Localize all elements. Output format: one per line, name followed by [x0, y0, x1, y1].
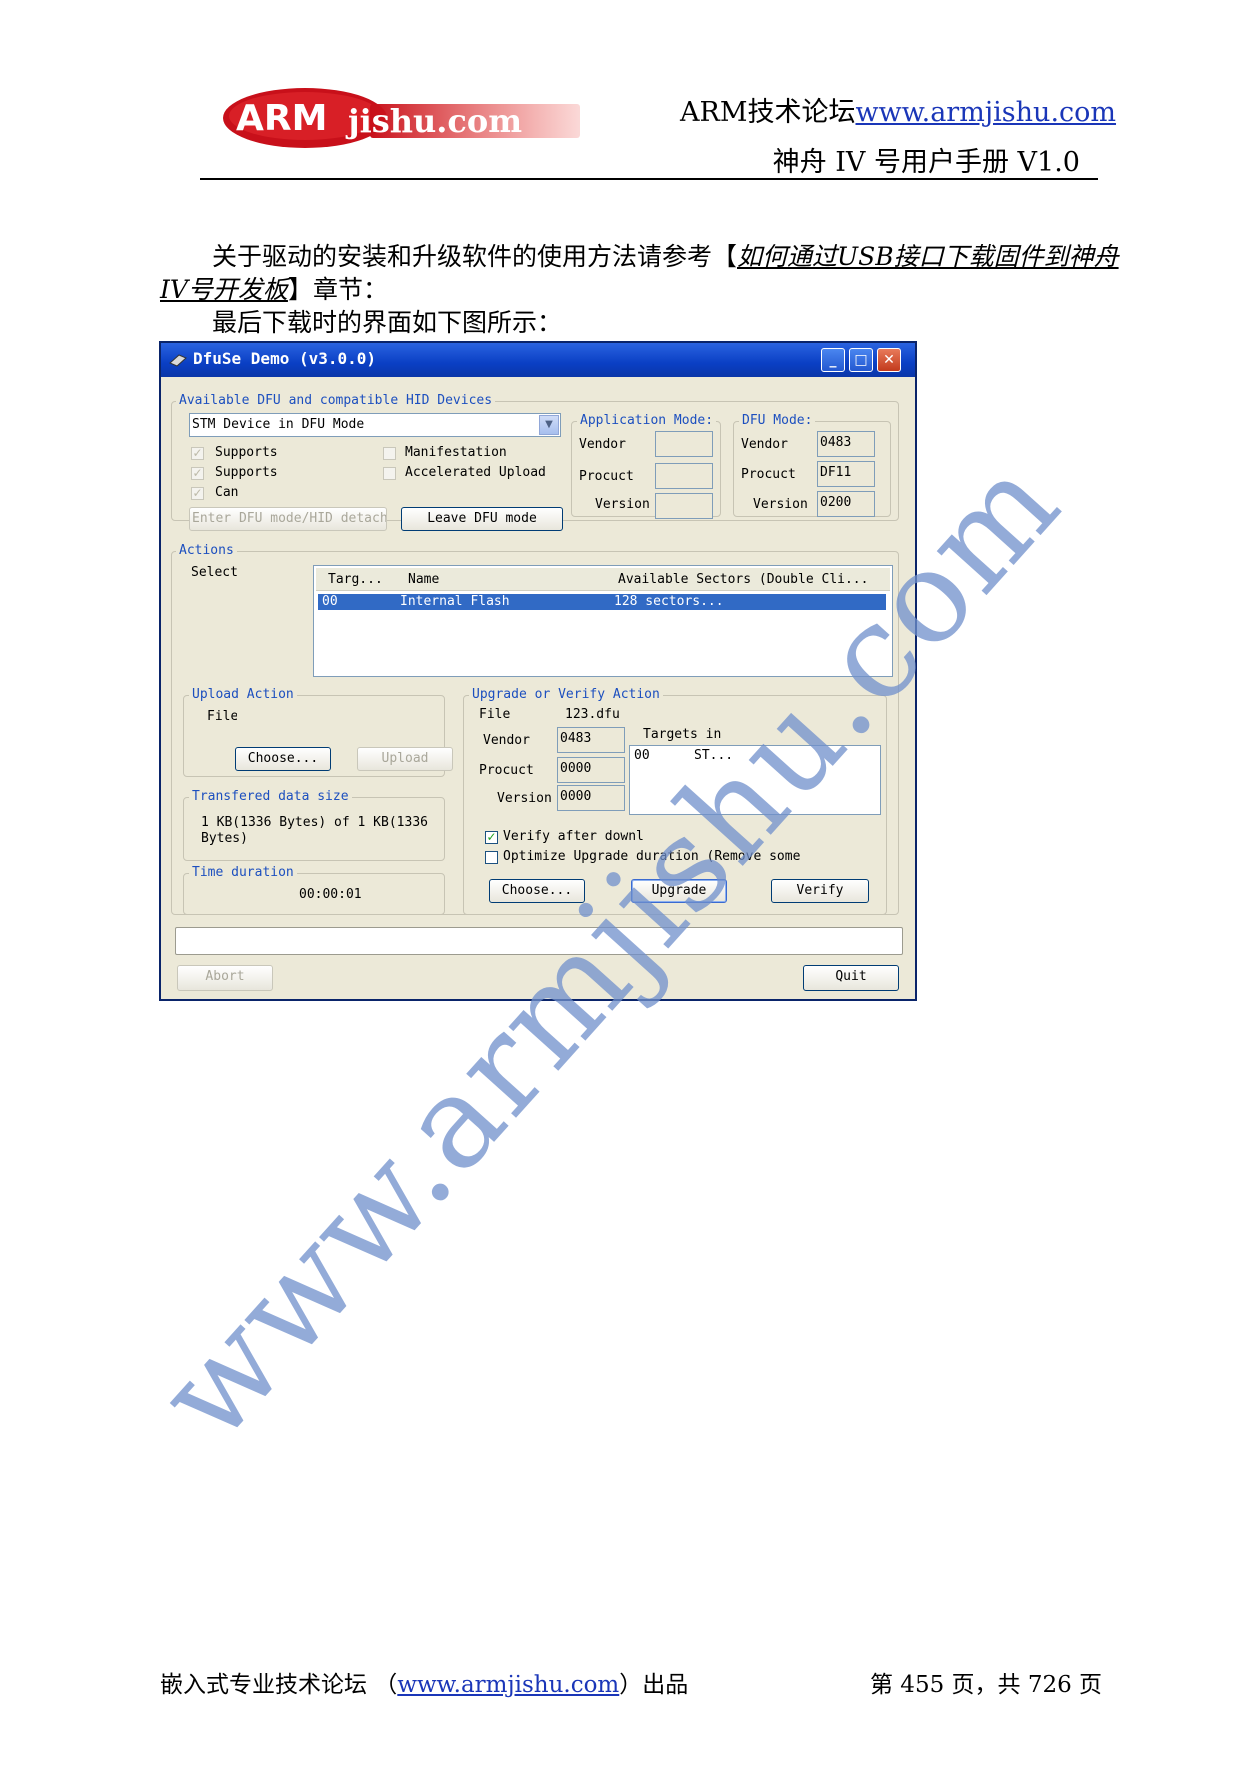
- upgrade-version-field: 0000: [557, 785, 625, 811]
- dfu-vendor-field: 0483: [817, 431, 875, 457]
- armjishu-logo: ARM jishu.com: [223, 88, 580, 148]
- footer-suffix: ）出品: [619, 1672, 689, 1698]
- verify-button[interactable]: Verify: [771, 879, 869, 903]
- dfu-version-field: 0200: [817, 491, 875, 517]
- dfu-product-label: Procuct: [741, 467, 796, 482]
- app-mode-title: Application Mode:: [577, 413, 717, 428]
- upgrade-vendor-label: Vendor: [483, 733, 530, 748]
- svg-text:ARM: ARM: [236, 98, 327, 139]
- optimize-checkbox[interactable]: [485, 851, 498, 864]
- footer-forum-text: 嵌入式专业技术论坛 （: [160, 1672, 398, 1698]
- enter-dfu-button[interactable]: Enter DFU mode/HID detach: [189, 507, 387, 531]
- upgrade-file-value: 123.dfu: [565, 707, 620, 722]
- app-version-field: [655, 493, 713, 519]
- table-row[interactable]: 00 Internal Flash 128 sectors...: [318, 594, 886, 610]
- supports-label-1: Supports: [215, 445, 278, 460]
- dfu-version-label: Version: [753, 497, 808, 512]
- time-value: 00:00:01: [299, 887, 362, 902]
- header-divider: [200, 178, 1098, 180]
- column-name[interactable]: Name: [408, 572, 439, 587]
- device-select[interactable]: STM Device in DFU Mode: [189, 413, 561, 437]
- transfered-value-2: Bytes): [201, 831, 248, 846]
- app-vendor-label: Vendor: [579, 437, 626, 452]
- manual-title: 神舟 IV 号用户手册 V1.0: [772, 147, 1080, 178]
- svg-text:jishu.com: jishu.com: [345, 102, 522, 140]
- quit-button[interactable]: Quit: [803, 965, 899, 991]
- title-bar[interactable]: DfuSe Demo (v3.0.0) _ □ ✕: [161, 343, 915, 377]
- row-target: 00: [322, 594, 338, 609]
- supports-checkbox-2[interactable]: ✓: [191, 467, 204, 480]
- accelerated-upload-label: Accelerated Upload: [405, 465, 546, 480]
- forum-name: ARM技术论坛: [680, 97, 856, 128]
- dfu-vendor-label: Vendor: [741, 437, 788, 452]
- caption-paragraph: 最后下载时的界面如下图所示：: [212, 308, 563, 337]
- column-target[interactable]: Targ...: [328, 572, 383, 587]
- upgrade-version-label: Version: [497, 791, 552, 806]
- header-forum: ARM技术论坛www.armjishu.com: [680, 90, 1116, 129]
- column-sectors[interactable]: Available Sectors (Double Cli...: [618, 572, 868, 587]
- dfu-mode-title: DFU Mode:: [739, 413, 816, 428]
- upgrade-product-field: 0000: [557, 757, 625, 783]
- footer-link[interactable]: www.armjishu.com: [397, 1672, 619, 1698]
- intro-suffix: 】章节：: [287, 275, 388, 304]
- upgrade-product-label: Procuct: [479, 763, 534, 778]
- intro-paragraph: 关于驱动的安装和升级软件的使用方法请参考【如何通过USB接口下载固件到神舟IV号…: [160, 240, 1120, 306]
- app-product-field: [655, 463, 713, 489]
- abort-button[interactable]: Abort: [177, 965, 273, 991]
- row-name: Internal Flash: [400, 594, 510, 609]
- forum-link[interactable]: www.armjishu.com: [855, 97, 1116, 128]
- minimize-button[interactable]: _: [821, 348, 845, 372]
- actions-title: Actions: [176, 543, 237, 558]
- app-version-label: Version: [595, 497, 650, 512]
- manifestation-label: Manifestation: [405, 445, 507, 460]
- maximize-button[interactable]: □: [849, 348, 873, 372]
- app-product-label: Procuct: [579, 469, 634, 484]
- footer-left: 嵌入式专业技术论坛 （www.armjishu.com）出品: [160, 1665, 688, 1699]
- app-icon: [169, 354, 187, 367]
- upgrade-file-label: File: [479, 707, 511, 722]
- leave-dfu-button[interactable]: Leave DFU mode: [401, 507, 563, 531]
- supports-label-2: Supports: [215, 465, 278, 480]
- dropdown-arrow-icon[interactable]: ▼: [539, 415, 559, 435]
- app-vendor-field: [655, 431, 713, 457]
- can-label: Can: [215, 485, 239, 500]
- time-title: Time duration: [189, 865, 297, 880]
- close-button[interactable]: ✕: [877, 348, 901, 372]
- target-id: 00: [634, 748, 650, 763]
- accelerated-upload-checkbox[interactable]: [383, 467, 396, 480]
- upload-title: Upload Action: [189, 687, 297, 702]
- upgrade-title: Upgrade or Verify Action: [469, 687, 663, 702]
- upload-choose-button[interactable]: Choose...: [235, 747, 331, 771]
- transfered-title: Transfered data size: [189, 789, 352, 804]
- manifestation-checkbox[interactable]: [383, 447, 396, 460]
- can-checkbox[interactable]: ✓: [191, 487, 204, 500]
- row-sectors: 128 sectors...: [614, 594, 724, 609]
- verify-checkbox[interactable]: ✓: [485, 831, 498, 844]
- supports-checkbox-1[interactable]: ✓: [191, 447, 204, 460]
- intro-text: 关于驱动的安装和升级软件的使用方法请参考【: [212, 242, 738, 271]
- dfu-product-field: DF11: [817, 461, 875, 487]
- upgrade-vendor-field: 0483: [557, 727, 625, 753]
- upload-file-label: File: [207, 709, 237, 724]
- devices-group-title: Available DFU and compatible HID Devices: [176, 393, 496, 408]
- upload-button[interactable]: Upload: [357, 747, 453, 771]
- transfered-value-1: 1 KB(1336 Bytes) of 1 KB(1336: [201, 815, 428, 830]
- page-number: 第 455 页，共 726 页: [870, 1672, 1103, 1698]
- select-label: Select: [191, 565, 238, 580]
- window-title: DfuSe Demo (v3.0.0): [193, 349, 377, 368]
